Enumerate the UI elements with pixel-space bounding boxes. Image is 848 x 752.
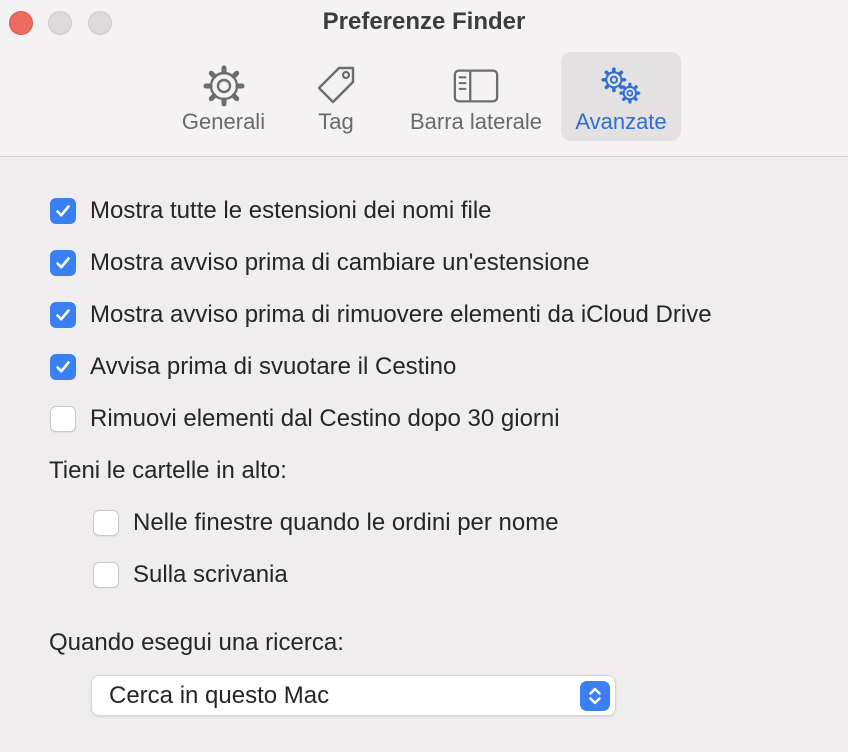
option-label: Sulla scrivania: [133, 561, 288, 588]
checkbox-unchecked[interactable]: [50, 406, 76, 432]
option-label: Mostra tutte le estensioni dei nomi file: [90, 197, 492, 224]
tab-label: Generali: [181, 109, 266, 134]
option-folders-top-desktop[interactable]: Sulla scrivania: [93, 561, 288, 589]
folders-on-top-heading: Tieni le cartelle in alto:: [49, 457, 287, 485]
checkbox-unchecked[interactable]: [93, 562, 119, 588]
tab-barra-laterale[interactable]: Barra laterale: [400, 52, 552, 141]
option-warn-icloud-remove[interactable]: Mostra avviso prima di rimuovere element…: [50, 301, 712, 329]
up-down-chevron-icon[interactable]: [580, 681, 610, 711]
option-label: Rimuovi elementi dal Cestino dopo 30 gio…: [90, 405, 560, 432]
window-title: Preferenze Finder: [322, 8, 526, 35]
section-heading: Tieni le cartelle in alto:: [49, 457, 287, 484]
option-remove-trash-30-days[interactable]: Rimuovi elementi dal Cestino dopo 30 gio…: [50, 405, 560, 433]
checkbox-checked[interactable]: [50, 250, 76, 276]
toolbar: Preferenze Finder Generali Tag Barra lat…: [0, 0, 848, 157]
option-label: Nelle finestre quando le ordini per nome: [133, 509, 559, 536]
option-folders-top-windows[interactable]: Nelle finestre quando le ordini per nome: [93, 509, 559, 537]
tab-tag[interactable]: Tag: [296, 52, 376, 141]
tab-label: Avanzate: [575, 109, 667, 134]
select-value: Cerca in questo Mac: [109, 682, 330, 709]
tab-avanzate[interactable]: Avanzate: [561, 52, 681, 141]
gear-icon: [200, 62, 248, 110]
checkmark-icon: [56, 205, 70, 217]
option-warn-empty-trash[interactable]: Avvisa prima di svuotare il Cestino: [50, 353, 456, 381]
checkmark-icon: [56, 309, 70, 321]
checkmark-icon: [56, 257, 70, 269]
checkbox-checked[interactable]: [50, 354, 76, 380]
gears-icon: [597, 62, 645, 110]
checkbox-checked[interactable]: [50, 302, 76, 328]
tab-generali[interactable]: Generali: [172, 52, 275, 141]
tag-icon: [312, 62, 360, 110]
option-label: Mostra avviso prima di rimuovere element…: [90, 301, 712, 328]
sidebar-icon: [452, 62, 500, 110]
option-label: Mostra avviso prima di cambiare un'esten…: [90, 249, 590, 276]
checkbox-unchecked[interactable]: [93, 510, 119, 536]
checkbox-checked[interactable]: [50, 198, 76, 224]
checkmark-icon: [56, 361, 70, 373]
option-label: Avvisa prima di svuotare il Cestino: [90, 353, 457, 380]
option-show-extensions[interactable]: Mostra tutte le estensioni dei nomi file: [50, 197, 492, 225]
section-heading: Quando esegui una ricerca:: [49, 629, 344, 656]
tab-label: Barra laterale: [409, 109, 543, 134]
search-scope-select[interactable]: Cerca in questo Mac: [91, 675, 616, 716]
tab-label: Tag: [318, 109, 354, 134]
search-heading: Quando esegui una ricerca:: [49, 629, 344, 657]
option-warn-extension-change[interactable]: Mostra avviso prima di cambiare un'esten…: [50, 249, 589, 277]
